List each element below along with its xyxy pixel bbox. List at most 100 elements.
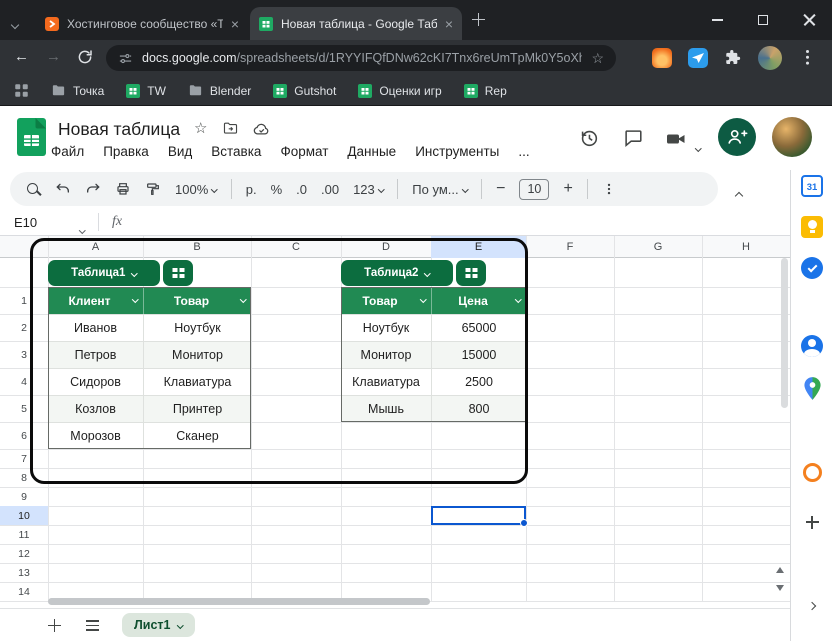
extension-icon-blue[interactable]	[688, 48, 708, 68]
tasks-panel-button[interactable]	[800, 256, 824, 280]
vertical-scrollbar-thumb[interactable]	[781, 258, 788, 408]
table-cell[interactable]: Сидоров	[48, 369, 143, 395]
percent-format-button[interactable]: %	[271, 182, 283, 197]
browser-tab-1[interactable]: Хостинговое сообщество «Tim ×	[36, 7, 248, 40]
table-cell[interactable]: 65000	[431, 315, 526, 341]
cloud-status-icon[interactable]	[252, 120, 271, 144]
font-selector[interactable]: По ум...	[412, 182, 469, 197]
row-header-13[interactable]: 13	[0, 563, 48, 582]
column-header-E[interactable]: E	[431, 236, 526, 258]
table-cell[interactable]: Клавиатура	[341, 369, 431, 395]
bookmark-tw[interactable]: TW	[126, 83, 166, 98]
table-cell[interactable]: Петров	[48, 342, 143, 368]
row-header-11[interactable]: 11	[0, 525, 48, 544]
address-bar[interactable]: docs.google.com/spreadsheets/d/1RYYIFQfD…	[106, 45, 616, 71]
window-maximize-button[interactable]	[740, 0, 786, 40]
menu-data[interactable]: Данные	[346, 142, 397, 161]
row-header-9[interactable]: 9	[0, 487, 48, 506]
tab-close-icon[interactable]: ×	[231, 17, 239, 31]
table-cell[interactable]: Монитор	[143, 342, 251, 368]
row-header-1[interactable]: 1	[0, 287, 48, 314]
bookmark-gutshot[interactable]: Gutshot	[273, 83, 336, 98]
row-header-4[interactable]: 4	[0, 368, 48, 395]
zoom-selector[interactable]: 100%	[175, 182, 218, 197]
row-header-5[interactable]: 5	[0, 395, 48, 422]
sheets-logo[interactable]	[17, 118, 46, 161]
back-button[interactable]: ←	[14, 48, 29, 65]
table-cell[interactable]: Принтер	[143, 396, 251, 422]
user-avatar[interactable]	[772, 117, 812, 157]
paint-format-button[interactable]	[145, 181, 161, 197]
row-header-14[interactable]: 14	[0, 582, 48, 601]
name-box-dropdown[interactable]	[79, 219, 86, 237]
meet-button[interactable]	[664, 127, 688, 156]
column-header-B[interactable]: B	[143, 236, 251, 258]
browser-menu-kebab-icon[interactable]	[806, 50, 810, 54]
column-header-G[interactable]: G	[614, 236, 702, 258]
browser-tab-active[interactable]: Новая таблица - Google Табл ×	[250, 7, 462, 40]
spreadsheet-grid[interactable]: A B C D E F G H 1 2 3 4 5 6 7 8 9 10 11 12 13 14 Таблица1 Клиен…	[0, 236, 790, 607]
tab-close-icon[interactable]: ×	[445, 17, 453, 31]
table-column-header[interactable]: Цена	[431, 287, 526, 314]
table-grid-icon-button[interactable]	[163, 260, 193, 286]
scroll-up-button[interactable]	[776, 567, 784, 573]
menu-file[interactable]: Файл	[50, 142, 85, 161]
number-format-button[interactable]: 123	[353, 182, 385, 197]
menu-format[interactable]: Формат	[279, 142, 329, 161]
column-header-H[interactable]: H	[702, 236, 790, 258]
addon-panel-button[interactable]	[800, 460, 824, 484]
redo-button[interactable]	[85, 181, 101, 197]
get-addons-button[interactable]	[800, 510, 824, 534]
tab-search-button[interactable]	[10, 15, 20, 33]
decrease-decimal-button[interactable]: .0	[296, 182, 307, 197]
move-folder-icon[interactable]	[222, 120, 239, 142]
table-cell[interactable]: 800	[431, 396, 526, 422]
menu-view[interactable]: Вид	[167, 142, 193, 161]
font-size-input[interactable]: 10	[519, 178, 550, 200]
all-sheets-button[interactable]	[86, 620, 99, 631]
menu-insert[interactable]: Вставка	[210, 142, 262, 161]
undo-button[interactable]	[55, 181, 71, 197]
row-header-2[interactable]: 2	[0, 314, 48, 341]
table-cell[interactable]: Ноутбук	[143, 315, 251, 341]
extensions-button[interactable]	[724, 49, 741, 71]
window-close-button[interactable]	[786, 0, 832, 40]
add-sheet-button[interactable]	[48, 619, 61, 637]
browser-profile-avatar[interactable]	[758, 46, 782, 70]
table-cell[interactable]: Ноутбук	[341, 315, 431, 341]
share-button[interactable]	[718, 118, 756, 156]
panel-expand-button[interactable]	[800, 594, 824, 618]
apps-grid-icon[interactable]	[14, 83, 29, 98]
table-cell[interactable]: 2500	[431, 369, 526, 395]
keep-panel-button[interactable]	[800, 215, 824, 239]
column-header-A[interactable]: A	[48, 236, 143, 258]
row-header-3[interactable]: 3	[0, 341, 48, 368]
table-grid-icon-button[interactable]	[456, 260, 486, 286]
star-document-icon[interactable]: ☆	[194, 121, 207, 136]
name-box[interactable]: E10	[14, 215, 37, 230]
menu-edit[interactable]: Правка	[102, 142, 150, 161]
increase-decimal-button[interactable]: .00	[321, 182, 339, 197]
row-header-7[interactable]: 7	[0, 449, 48, 468]
window-minimize-button[interactable]	[694, 0, 740, 40]
table-column-header[interactable]: Клиент	[48, 287, 143, 314]
increase-font-size-button[interactable]: +	[563, 180, 572, 198]
forward-button[interactable]: →	[46, 48, 61, 65]
selected-cell-E10[interactable]	[431, 506, 528, 527]
reload-button[interactable]	[76, 48, 94, 71]
decrease-font-size-button[interactable]: −	[496, 180, 505, 198]
bookmark-blender[interactable]: Blender	[188, 83, 251, 98]
table-cell[interactable]: Иванов	[48, 315, 143, 341]
menu-overflow[interactable]: ...	[517, 142, 530, 161]
print-button[interactable]	[115, 181, 131, 197]
version-history-button[interactable]	[578, 127, 600, 154]
currency-format-button[interactable]: р.	[246, 182, 257, 197]
search-menus-button[interactable]	[26, 182, 41, 197]
maps-panel-button[interactable]	[800, 376, 824, 400]
table-cell[interactable]: Клавиатура	[143, 369, 251, 395]
new-tab-button[interactable]	[472, 13, 485, 31]
meet-dropdown[interactable]	[695, 137, 702, 155]
comments-button[interactable]	[622, 127, 644, 154]
table-cell[interactable]: Сканер	[143, 423, 251, 449]
sheet-tab-list1[interactable]: Лист1	[122, 613, 195, 637]
